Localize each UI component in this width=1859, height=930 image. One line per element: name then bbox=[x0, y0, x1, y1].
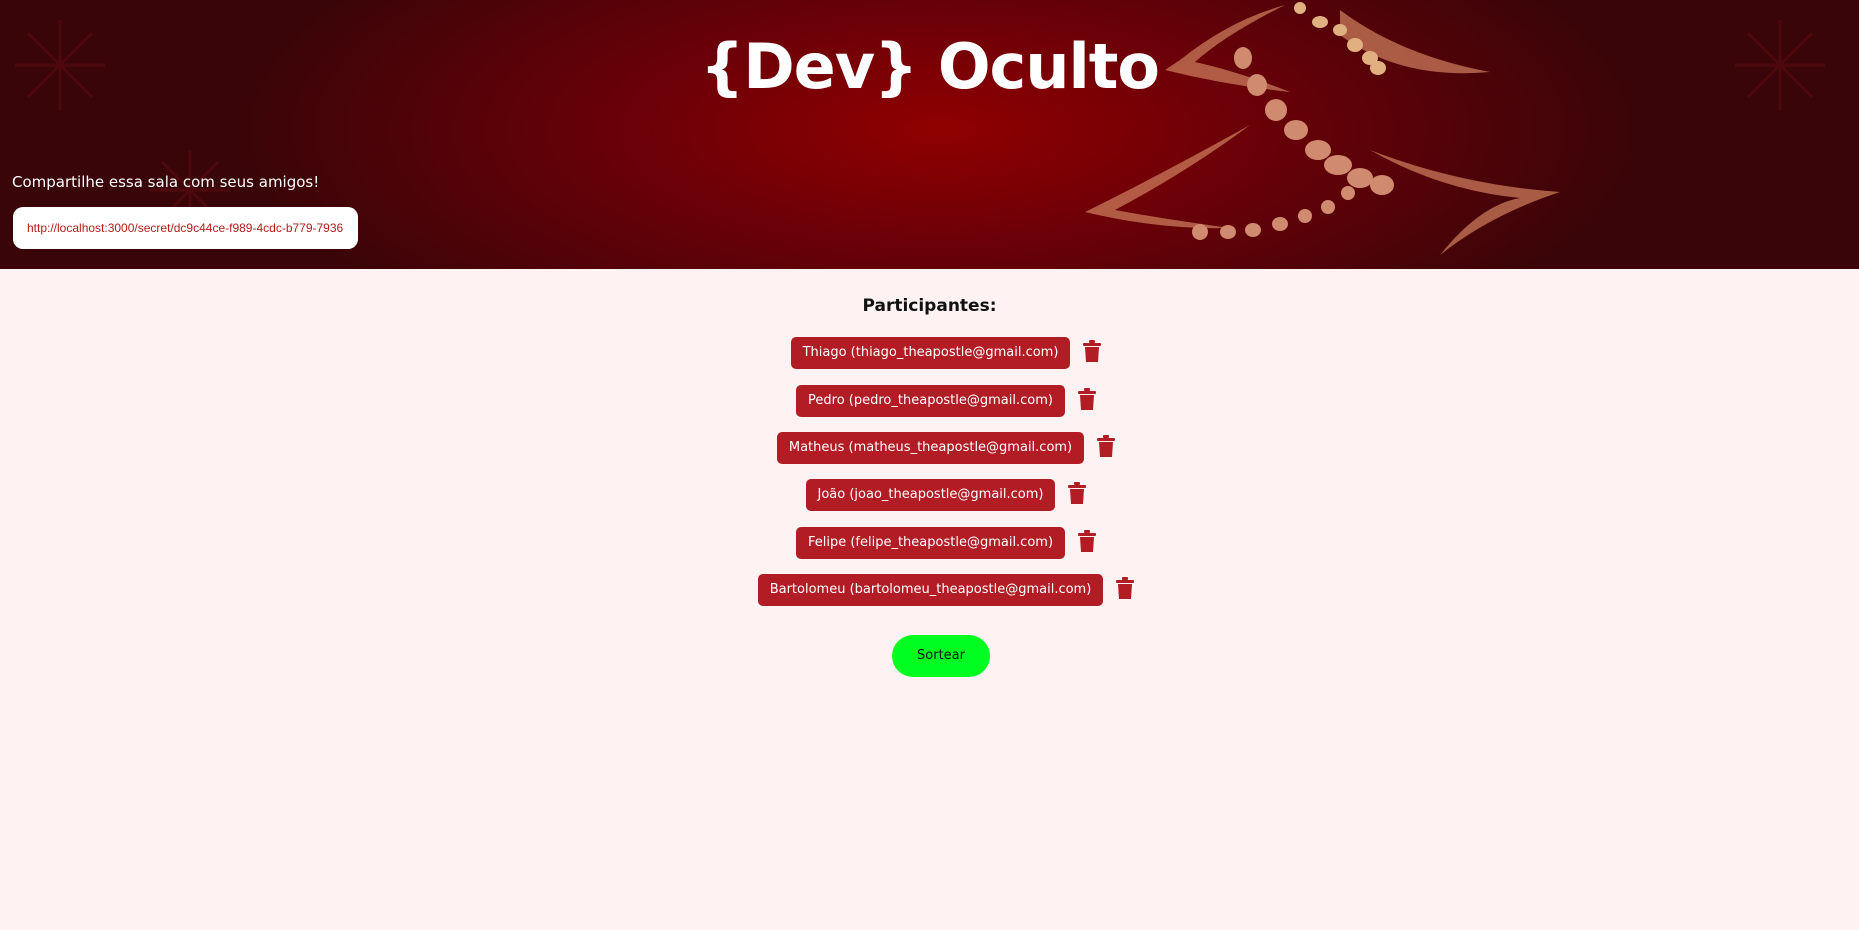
draw-button[interactable]: Sortear bbox=[892, 635, 990, 677]
participant-row: Bartolomeu (bartolomeu_theapostle@gmail.… bbox=[0, 573, 1859, 607]
trash-icon[interactable] bbox=[1067, 481, 1087, 505]
trash-icon[interactable] bbox=[1077, 387, 1097, 411]
participant-row: Thiago (thiago_theapostle@gmail.com) bbox=[0, 336, 1859, 370]
trash-icon[interactable] bbox=[1077, 529, 1097, 553]
participants-title: Participantes: bbox=[862, 296, 997, 316]
participant-pill: Felipe (felipe_theapostle@gmail.com) bbox=[795, 527, 1066, 559]
app-title: {Dev} Oculto bbox=[700, 30, 1160, 103]
participant-row: João (joao_theapostle@gmail.com) bbox=[0, 478, 1859, 512]
share-link-field[interactable]: http://localhost:3000/secret/dc9c44ce-f9… bbox=[13, 207, 358, 249]
trash-icon[interactable] bbox=[1115, 576, 1135, 600]
trash-icon[interactable] bbox=[1082, 339, 1102, 363]
participant-pill: Thiago (thiago_theapostle@gmail.com) bbox=[790, 337, 1071, 369]
participant-pill: João (joao_theapostle@gmail.com) bbox=[805, 479, 1056, 511]
header-banner: {Dev} Oculto Compartilhe essa sala com s… bbox=[0, 0, 1859, 269]
participant-row: Felipe (felipe_theapostle@gmail.com) bbox=[0, 526, 1859, 560]
participant-pill: Pedro (pedro_theapostle@gmail.com) bbox=[796, 385, 1065, 417]
participant-pill: Bartolomeu (bartolomeu_theapostle@gmail.… bbox=[757, 574, 1104, 606]
participant-row: Matheus (matheus_theapostle@gmail.com) bbox=[0, 431, 1859, 465]
participant-row: Pedro (pedro_theapostle@gmail.com) bbox=[0, 384, 1859, 418]
participant-pill: Matheus (matheus_theapostle@gmail.com) bbox=[776, 432, 1085, 464]
trash-icon[interactable] bbox=[1096, 434, 1116, 458]
share-label: Compartilhe essa sala com seus amigos! bbox=[12, 173, 320, 191]
